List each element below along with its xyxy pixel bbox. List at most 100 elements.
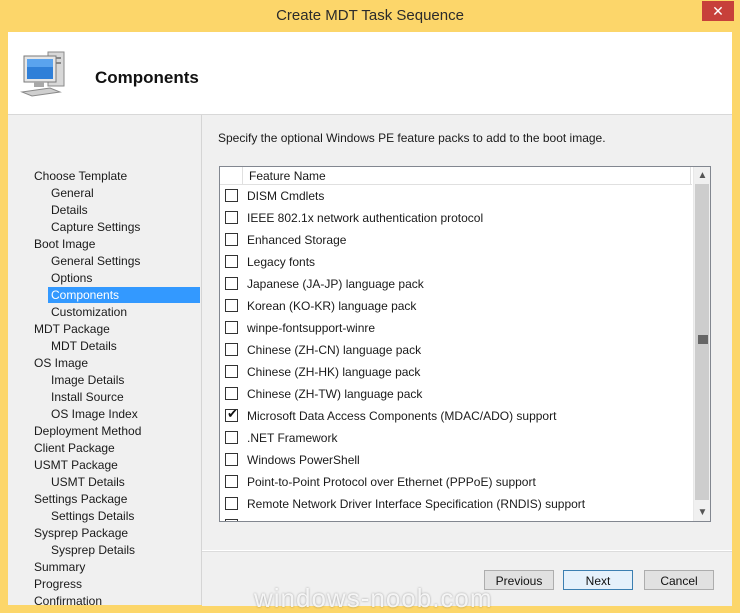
scroll-up-icon[interactable]: ▲ bbox=[694, 167, 710, 184]
close-button[interactable]: ✕ bbox=[702, 1, 734, 21]
nav-item-image-details[interactable]: Image Details bbox=[48, 372, 127, 388]
feature-row[interactable]: Enhanced Storage bbox=[220, 229, 692, 251]
feature-checkbox[interactable] bbox=[225, 387, 238, 400]
feature-row[interactable]: winpe-fontsupport-winre bbox=[220, 317, 692, 339]
scroll-down-icon[interactable]: ▼ bbox=[694, 504, 710, 521]
feature-checkbox[interactable] bbox=[225, 233, 238, 246]
feature-row[interactable]: Chinese (ZH-CN) language pack bbox=[220, 339, 692, 361]
nav-item-os-image[interactable]: OS Image bbox=[31, 355, 91, 371]
wizard-header: Components bbox=[8, 32, 732, 115]
column-divider bbox=[690, 167, 691, 184]
nav-item-usmt-package[interactable]: USMT Package bbox=[31, 457, 121, 473]
nav-item-client-package[interactable]: Client Package bbox=[31, 440, 118, 456]
window-title: Create MDT Task Sequence bbox=[276, 7, 464, 24]
nav-item-sysprep-package[interactable]: Sysprep Package bbox=[31, 525, 131, 541]
feature-row[interactable]: Korean (KO-KR) language pack bbox=[220, 295, 692, 317]
grip-icon: ▬ ▬ ▬ bbox=[698, 330, 708, 347]
feature-checkbox[interactable] bbox=[225, 189, 238, 202]
nav-item-progress[interactable]: Progress bbox=[31, 576, 85, 592]
feature-checkbox[interactable] bbox=[225, 431, 238, 444]
feature-label: Korean (KO-KR) language pack bbox=[247, 299, 417, 313]
feature-label: Microsoft Data Access Components (MDAC/A… bbox=[247, 409, 557, 423]
title-bar[interactable]: Create MDT Task Sequence ✕ bbox=[0, 0, 740, 32]
list-header: Feature Name bbox=[220, 167, 692, 185]
nav-item-usmt-details[interactable]: USMT Details bbox=[48, 474, 128, 490]
checkbox-column-header[interactable] bbox=[220, 167, 243, 184]
instruction-text: Specify the optional Windows PE feature … bbox=[218, 131, 606, 145]
feature-label: Point-to-Point Protocol over Ethernet (P… bbox=[247, 475, 536, 489]
nav-item-general[interactable]: General bbox=[48, 185, 97, 201]
feature-row[interactable]: Chinese (ZH-HK) language pack bbox=[220, 361, 692, 383]
feature-row[interactable]: Legacy fonts bbox=[220, 251, 692, 273]
feature-list[interactable]: Feature Name DISM Cmdlets IEEE 802.1x ne… bbox=[219, 166, 711, 522]
feature-row[interactable]: DISM Cmdlets bbox=[220, 185, 692, 207]
nav-item-deployment-method[interactable]: Deployment Method bbox=[31, 423, 144, 439]
vertical-scrollbar[interactable]: ▲ ▬ ▬ ▬ ▼ bbox=[693, 167, 710, 521]
feature-row-partial[interactable] bbox=[220, 515, 692, 521]
feature-row[interactable]: Point-to-Point Protocol over Ethernet (P… bbox=[220, 471, 692, 493]
feature-checkbox[interactable] bbox=[225, 299, 238, 312]
nav-item-install-source[interactable]: Install Source bbox=[48, 389, 127, 405]
feature-label: Chinese (ZH-HK) language pack bbox=[247, 365, 421, 379]
feature-checkbox[interactable] bbox=[225, 255, 238, 268]
feature-label: Enhanced Storage bbox=[247, 233, 347, 247]
feature-checkbox[interactable] bbox=[225, 211, 238, 224]
wizard-client: Components Choose Template General Detai… bbox=[8, 32, 732, 608]
feature-checkbox[interactable] bbox=[225, 277, 238, 290]
nav-item-components[interactable]: Components bbox=[48, 287, 200, 303]
feature-checkbox[interactable] bbox=[225, 519, 238, 521]
nav-item-options[interactable]: Options bbox=[48, 270, 95, 286]
wizard-window: Create MDT Task Sequence ✕ Components Ch… bbox=[0, 0, 740, 613]
feature-row[interactable]: Japanese (JA-JP) language pack bbox=[220, 273, 692, 295]
nav-item-choose-template[interactable]: Choose Template bbox=[31, 168, 130, 184]
nav-item-settings-package[interactable]: Settings Package bbox=[31, 491, 130, 507]
nav-item-os-image-index[interactable]: OS Image Index bbox=[48, 406, 141, 422]
feature-label: Legacy fonts bbox=[247, 255, 316, 269]
feature-row[interactable]: ✔ Microsoft Data Access Components (MDAC… bbox=[220, 405, 692, 427]
nav-item-sysprep-details[interactable]: Sysprep Details bbox=[48, 542, 138, 558]
feature-label: DISM Cmdlets bbox=[247, 189, 325, 203]
feature-checkbox[interactable] bbox=[225, 365, 238, 378]
page-title: Components bbox=[95, 68, 199, 87]
feature-row[interactable]: Chinese (ZH-TW) language pack bbox=[220, 383, 692, 405]
computer-icon bbox=[20, 48, 76, 101]
nav-item-boot-image[interactable]: Boot Image bbox=[31, 236, 98, 252]
close-icon: ✕ bbox=[712, 3, 724, 19]
feature-row[interactable]: .NET Framework bbox=[220, 427, 692, 449]
nav-item-confirmation[interactable]: Confirmation bbox=[31, 593, 105, 609]
feature-checkbox[interactable] bbox=[225, 475, 238, 488]
wizard-nav: Choose Template General Details Capture … bbox=[8, 115, 202, 608]
feature-label: Chinese (ZH-TW) language pack bbox=[247, 387, 423, 401]
next-button[interactable]: Next bbox=[563, 570, 633, 590]
feature-name-column-header[interactable]: Feature Name bbox=[249, 169, 326, 183]
feature-checkbox[interactable] bbox=[225, 321, 238, 334]
nav-item-summary[interactable]: Summary bbox=[31, 559, 88, 575]
watermark: windows-noob.com bbox=[254, 583, 493, 613]
feature-label: Japanese (JA-JP) language pack bbox=[247, 277, 424, 291]
nav-item-general-settings[interactable]: General Settings bbox=[48, 253, 143, 269]
nav-item-details[interactable]: Details bbox=[48, 202, 91, 218]
feature-label: Windows PowerShell bbox=[247, 453, 360, 467]
nav-item-capture-settings[interactable]: Capture Settings bbox=[48, 219, 143, 235]
feature-row[interactable]: Windows PowerShell bbox=[220, 449, 692, 471]
feature-checkbox[interactable] bbox=[225, 343, 238, 356]
feature-row[interactable]: IEEE 802.1x network authentication proto… bbox=[220, 207, 692, 229]
feature-label: IEEE 802.1x network authentication proto… bbox=[247, 211, 484, 225]
feature-checkbox[interactable] bbox=[225, 453, 238, 466]
cancel-button[interactable]: Cancel bbox=[644, 570, 714, 590]
nav-item-mdt-details[interactable]: MDT Details bbox=[48, 338, 120, 354]
content-pane: Specify the optional Windows PE feature … bbox=[202, 115, 732, 550]
feature-label: Chinese (ZH-CN) language pack bbox=[247, 343, 422, 357]
feature-label: .NET Framework bbox=[247, 431, 338, 445]
nav-item-customization[interactable]: Customization bbox=[48, 304, 130, 320]
nav-item-mdt-package[interactable]: MDT Package bbox=[31, 321, 113, 337]
feature-label: Remote Network Driver Interface Specific… bbox=[247, 497, 586, 511]
checkmark-icon: ✔ bbox=[227, 406, 238, 421]
feature-checkbox[interactable] bbox=[225, 497, 238, 510]
scroll-thumb[interactable]: ▬ ▬ ▬ bbox=[695, 184, 709, 500]
feature-checkbox-checked[interactable]: ✔ bbox=[225, 406, 238, 422]
nav-item-settings-details[interactable]: Settings Details bbox=[48, 508, 137, 524]
feature-row[interactable]: Remote Network Driver Interface Specific… bbox=[220, 493, 692, 515]
previous-button[interactable]: Previous bbox=[484, 570, 554, 590]
feature-label: winpe-fontsupport-winre bbox=[247, 321, 376, 335]
